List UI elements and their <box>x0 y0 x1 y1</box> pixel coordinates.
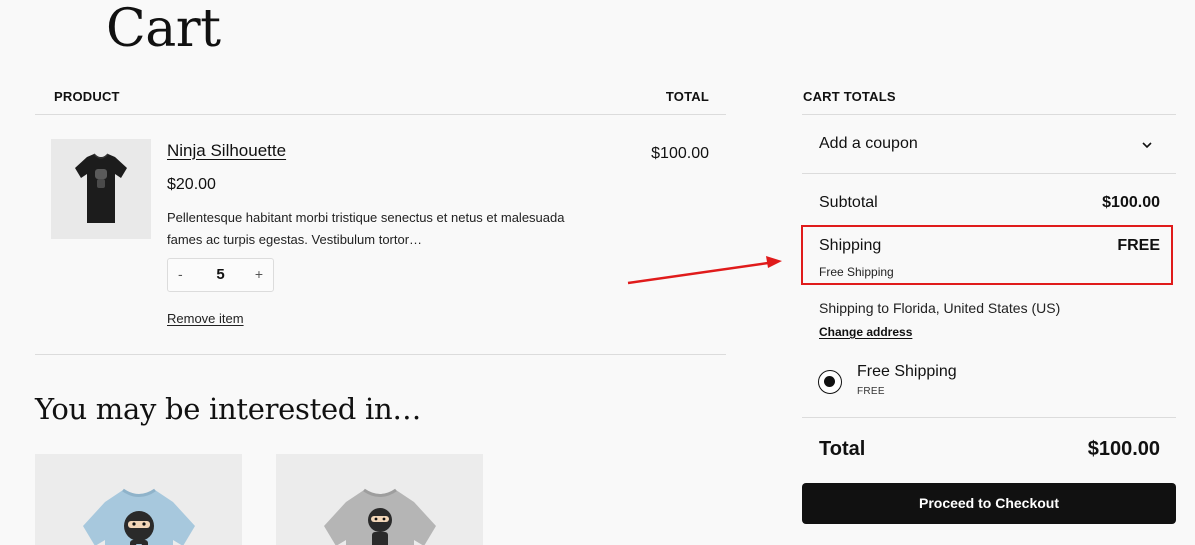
cart-totals-heading: CART TOTALS <box>803 89 896 104</box>
chevron-down-icon[interactable] <box>1140 138 1154 152</box>
shipping-option-price: FREE <box>857 386 885 397</box>
line-total: $100.00 <box>651 145 709 162</box>
coupon-divider <box>802 173 1176 174</box>
recommended-product-card[interactable] <box>35 454 242 545</box>
total-value: $100.00 <box>1087 438 1160 460</box>
blue-ninja-tshirt-image <box>83 488 195 545</box>
product-column-header: PRODUCT <box>54 89 120 104</box>
shipping-value: FREE <box>1117 237 1160 254</box>
total-column-header: TOTAL <box>665 89 709 104</box>
grey-ninja-tshirt-image <box>324 488 436 545</box>
product-name-link[interactable]: Ninja Silhouette <box>167 141 286 161</box>
quantity-stepper: - 5 + <box>167 258 274 292</box>
change-address-link[interactable]: Change address <box>819 325 912 339</box>
subtotal-label: Subtotal <box>819 194 878 211</box>
recommended-product-card[interactable] <box>276 454 483 545</box>
product-description: Pellentesque habitant morbi tristique se… <box>167 210 565 247</box>
radio-selected-dot <box>824 376 835 387</box>
shipping-option-label[interactable]: Free Shipping <box>857 363 957 381</box>
free-shipping-radio[interactable] <box>818 370 842 394</box>
totals-header-divider <box>802 114 1176 115</box>
shipping-method: Free Shipping <box>819 265 894 279</box>
items-divider <box>35 354 726 355</box>
shipping-label: Shipping <box>819 237 882 254</box>
header-divider <box>35 114 726 115</box>
increase-quantity-button[interactable]: + <box>255 266 263 282</box>
total-label: Total <box>819 438 866 460</box>
total-divider <box>802 417 1176 418</box>
black-tshirt-image <box>75 153 127 223</box>
proceed-to-checkout-button[interactable]: Proceed to Checkout <box>802 483 1176 524</box>
shipping-destination: Shipping to Florida, United States (US) <box>819 300 1061 316</box>
remove-item-link[interactable]: Remove item <box>167 311 244 326</box>
page-title: Cart <box>106 0 221 59</box>
product-price: $20.00 <box>167 176 216 193</box>
product-thumbnail[interactable] <box>51 139 151 239</box>
subtotal-value: $100.00 <box>1102 194 1160 211</box>
coupon-label: Add a coupon <box>819 135 918 152</box>
recommendations-heading: You may be interested in… <box>35 392 422 426</box>
